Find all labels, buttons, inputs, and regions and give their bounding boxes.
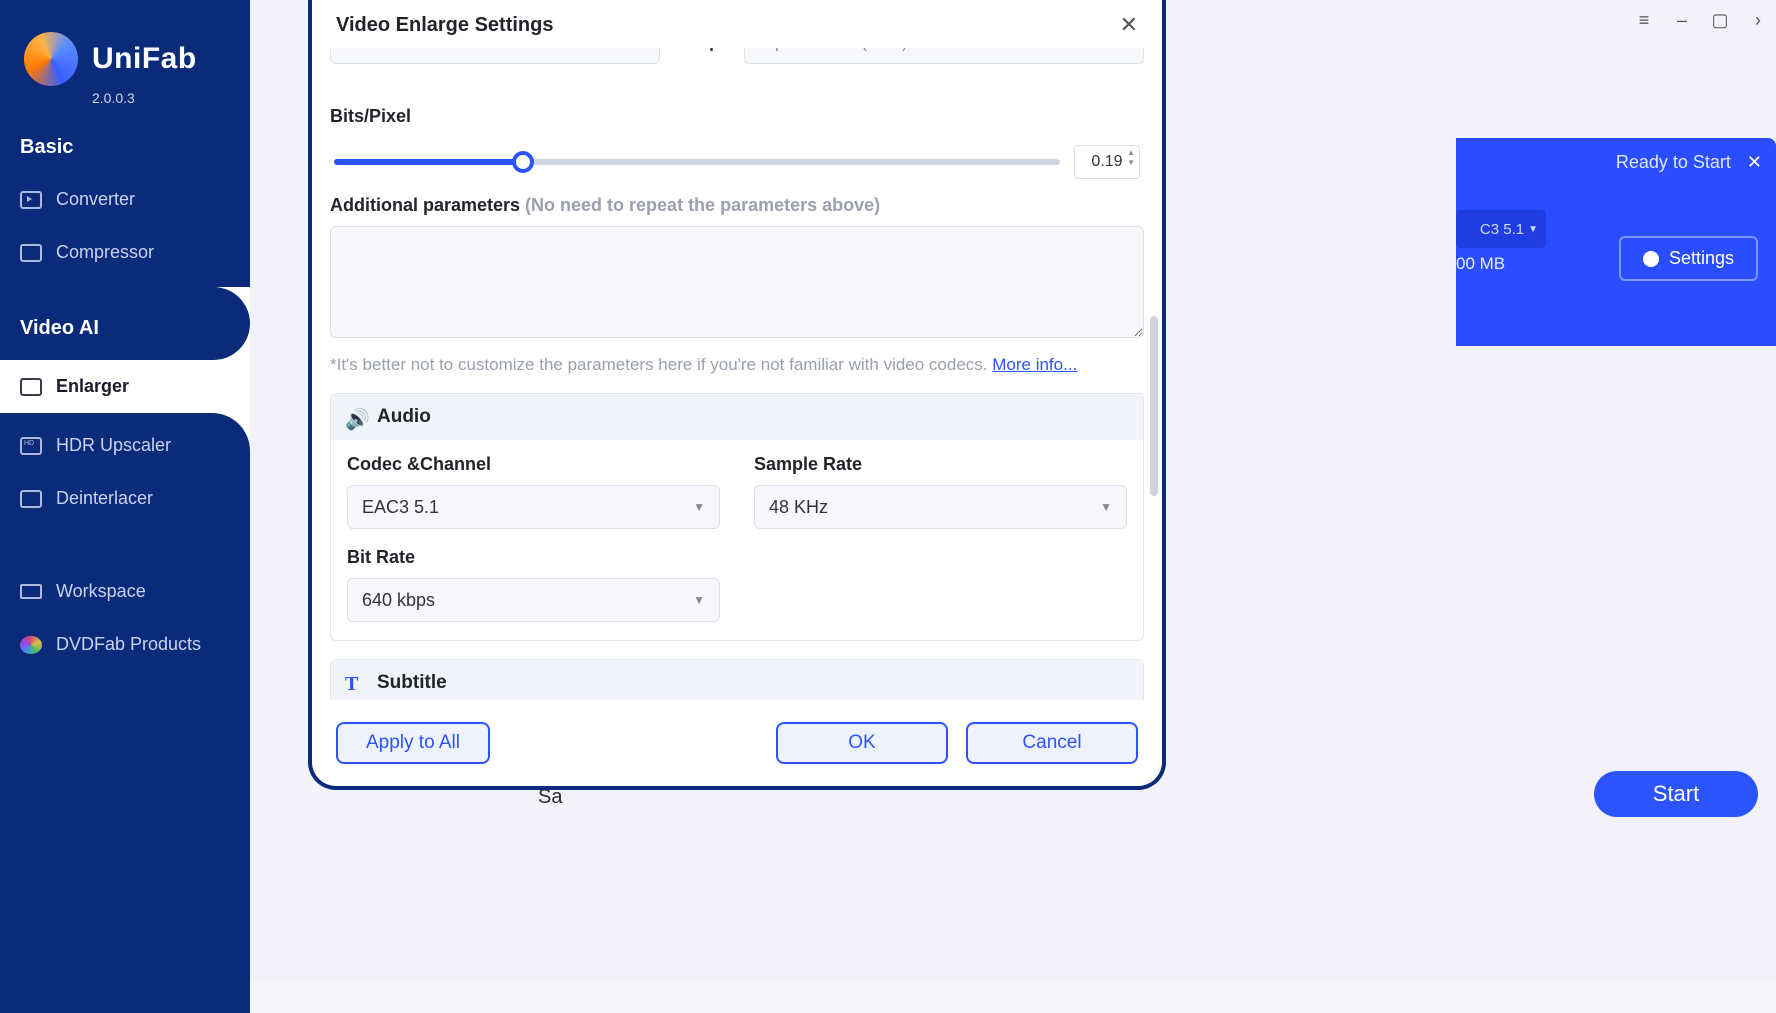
status-ready: Ready to Start (1616, 152, 1731, 173)
audio-sample-rate-select[interactable]: 48 KHz ▼ (754, 485, 1127, 529)
chevron-down-icon: ▼ (1528, 224, 1538, 235)
sidebar-item-enlarger[interactable]: Enlarger (0, 360, 250, 413)
brand-logo-icon (24, 32, 78, 86)
bits-pixel-label: Bits/Pixel (330, 106, 1144, 127)
sidebar-section-basic: Basic (0, 106, 250, 173)
brand-version: 2.0.0.3 (0, 90, 250, 106)
spin-down-icon[interactable]: ▼ (1127, 158, 1135, 167)
task-card: Ready to Start ✕ C3 5.1 ▼ 00 MB Settings (1456, 138, 1776, 346)
dialog-close-button[interactable]: ✕ (1120, 12, 1138, 38)
ok-button[interactable]: OK (776, 722, 948, 764)
sidebar-item-label: Enlarger (56, 376, 129, 397)
play-box-icon (20, 191, 42, 209)
speaker-icon: 🔊 (345, 407, 367, 427)
additional-params-input[interactable] (330, 226, 1144, 338)
more-info-link[interactable]: More info... (992, 355, 1077, 374)
window-controls: ≡ – ▢ › (1634, 10, 1768, 30)
more-button[interactable]: › (1748, 10, 1768, 30)
monitor-icon (20, 584, 42, 599)
params-note: *It's better not to customize the parame… (330, 355, 1144, 375)
codec-chip[interactable]: C3 5.1 ▼ (1456, 210, 1546, 248)
maximize-button[interactable]: ▢ (1710, 10, 1730, 30)
close-task-icon[interactable]: ✕ (1747, 152, 1762, 173)
sidebar: UniFab 2.0.0.3 Basic Converter Compresso… (0, 0, 250, 979)
compress-icon (20, 244, 42, 262)
sidebar-item-deinterlacer[interactable]: Deinterlacer (0, 472, 250, 525)
audio-codec-label: Codec &Channel (347, 454, 720, 475)
audio-section: 🔊 Audio Codec &Channel EAC3 5.1 ▼ (330, 393, 1144, 641)
cancel-button[interactable]: Cancel (966, 722, 1138, 764)
dvdfab-logo-icon (20, 636, 42, 654)
subtitle-section-title: Subtitle (377, 672, 447, 694)
dialog-title: Video Enlarge Settings (336, 14, 553, 37)
slider-fill (334, 159, 523, 165)
sidebar-item-compressor[interactable]: Compressor (0, 226, 250, 279)
brand-name: UniFab (92, 42, 197, 76)
additional-params-label: Additional parameters (No need to repeat… (330, 195, 1144, 216)
audio-bitrate-select[interactable]: 640 kbps ▼ (347, 578, 720, 622)
settings-label: Settings (1669, 248, 1734, 269)
brand-block: UniFab (0, 0, 250, 94)
audio-sample-rate-label: Sample Rate (754, 454, 1127, 475)
enlarge-icon (20, 378, 42, 396)
chevron-down-icon: ▼ (693, 500, 705, 514)
file-size-label: 00 MB (1456, 254, 1505, 274)
sidebar-item-label: Compressor (56, 242, 154, 263)
sidebar-item-label: HDR Upscaler (56, 435, 171, 456)
slider-thumb[interactable] (512, 151, 534, 173)
subtitle-icon: T (345, 673, 367, 693)
minimize-button[interactable]: – (1672, 10, 1692, 30)
apply-to-all-button[interactable]: Apply to All (336, 722, 490, 764)
spin-up-icon[interactable]: ▲ (1127, 148, 1135, 157)
bits-pixel-value[interactable]: 0.19 ▲▼ (1074, 145, 1140, 179)
subtitle-section: T Subtitle Format Remux into file ▼ (330, 659, 1144, 700)
settings-button[interactable]: Settings (1619, 236, 1758, 281)
bits-pixel-slider[interactable]: 0.19 ▲▼ (330, 145, 1144, 179)
sidebar-item-label: Converter (56, 189, 135, 210)
sidebar-item-label: Deinterlacer (56, 488, 153, 509)
sidebar-section-videoai: Video AI (0, 287, 250, 354)
sidebar-item-hdr-upscaler[interactable]: HDR Upscaler (0, 419, 250, 472)
scrollbar-thumb[interactable] (1150, 316, 1158, 496)
start-button[interactable]: Start (1594, 771, 1758, 817)
gear-icon (1643, 251, 1659, 267)
sidebar-item-dvdfab-products[interactable]: DVDFab Products (0, 618, 250, 671)
chevron-down-icon: ▼ (693, 593, 705, 607)
hamburger-icon[interactable]: ≡ (1634, 10, 1654, 30)
chevron-down-icon: ▼ (1100, 500, 1112, 514)
video-enlarge-settings-dialog: Video Enlarge Settings ✕ kbps 1-pass CBR… (308, 0, 1166, 790)
slider-track[interactable] (334, 159, 1060, 165)
sidebar-item-label: Workspace (56, 581, 146, 602)
audio-bitrate-label: Bit Rate (347, 547, 720, 568)
sidebar-item-label: DVDFab Products (56, 634, 201, 655)
pass-mode-select[interactable]: 1-pass CBR (Fast) ▼ (744, 48, 1144, 64)
audio-codec-select[interactable]: EAC3 5.1 ▼ (347, 485, 720, 529)
dialog-scrollbar[interactable] (1150, 56, 1158, 700)
video-bitrate-input[interactable] (330, 48, 660, 64)
sidebar-item-converter[interactable]: Converter (0, 173, 250, 226)
audio-section-title: Audio (377, 406, 431, 428)
deinterlace-icon (20, 490, 42, 508)
hdr-icon (20, 437, 42, 455)
bitrate-unit-label: kbps (674, 48, 730, 52)
sidebar-item-workspace[interactable]: Workspace (0, 565, 250, 618)
